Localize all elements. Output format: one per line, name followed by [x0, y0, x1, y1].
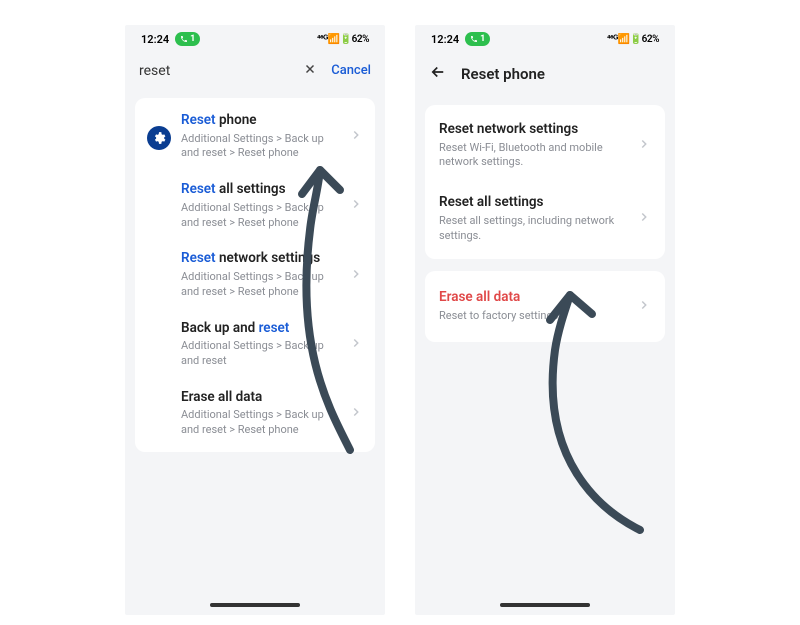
chevron-right-icon: [637, 297, 651, 316]
result-reset-all-settings[interactable]: Reset all settings Additional Settings >…: [135, 171, 375, 240]
cancel-button[interactable]: Cancel: [331, 63, 371, 78]
chevron-right-icon: [349, 196, 363, 215]
title-bar: Reset phone: [415, 53, 675, 99]
clear-icon[interactable]: [299, 61, 321, 80]
result-title: Reset all settings: [181, 181, 339, 199]
status-call-pill: 1: [175, 32, 200, 46]
result-subtitle: Additional Settings > Back up and reset …: [181, 408, 339, 438]
result-title: Back up and reset: [181, 320, 339, 338]
row-title: Reset network settings: [439, 121, 627, 139]
home-indicator[interactable]: [210, 603, 300, 607]
back-icon[interactable]: [429, 63, 447, 85]
chevron-right-icon: [349, 266, 363, 285]
row-title: Erase all data: [439, 289, 627, 307]
gear-icon: [147, 126, 171, 150]
chevron-right-icon: [349, 335, 363, 354]
status-clock: 12:24: [141, 33, 169, 46]
result-subtitle: Additional Settings > Back up and reset …: [181, 270, 339, 300]
status-bar: 12:24 1 ⁴⁶ᴳ📶🔋62%: [415, 25, 675, 53]
results-card: Reset phone Additional Settings > Back u…: [135, 98, 375, 452]
status-clock: 12:24: [431, 33, 459, 46]
page-title: Reset phone: [461, 65, 545, 83]
result-subtitle: Additional Settings > Back up and reset …: [181, 132, 339, 162]
home-indicator[interactable]: [500, 603, 590, 607]
settings-group-1: Reset network settings Reset Wi-Fi, Blue…: [425, 105, 665, 259]
row-subtitle: Reset all settings, including network se…: [439, 214, 627, 244]
result-reset-network-settings[interactable]: Reset network settings Additional Settin…: [135, 240, 375, 309]
phone-left: 12:24 1 ⁴⁶ᴳ📶🔋62% reset Cancel Reset phon…: [125, 25, 385, 615]
row-subtitle: Reset Wi-Fi, Bluetooth and mobile networ…: [439, 141, 627, 171]
result-reset-phone[interactable]: Reset phone Additional Settings > Back u…: [135, 102, 375, 171]
phone-right: 12:24 1 ⁴⁶ᴳ📶🔋62% Reset phone Reset netwo…: [415, 25, 675, 615]
chevron-right-icon: [637, 136, 651, 155]
search-input[interactable]: reset: [139, 63, 289, 79]
row-reset-network-settings[interactable]: Reset network settings Reset Wi-Fi, Blue…: [425, 109, 665, 182]
search-row: reset Cancel: [125, 53, 385, 92]
status-bar: 12:24 1 ⁴⁶ᴳ📶🔋62%: [125, 25, 385, 53]
result-title: Reset network settings: [181, 250, 339, 268]
settings-group-2: Erase all data Reset to factory settings: [425, 271, 665, 341]
result-backup-and-reset[interactable]: Back up and reset Additional Settings > …: [135, 310, 375, 379]
result-erase-all-data[interactable]: Erase all data Additional Settings > Bac…: [135, 379, 375, 448]
status-call-pill: 1: [465, 32, 490, 46]
result-title: Reset phone: [181, 112, 339, 130]
row-erase-all-data[interactable]: Erase all data Reset to factory settings: [425, 275, 665, 337]
status-right-icons: ⁴⁶ᴳ📶🔋62%: [317, 34, 369, 45]
status-right-icons: ⁴⁶ᴳ📶🔋62%: [607, 34, 659, 45]
chevron-right-icon: [637, 209, 651, 228]
row-reset-all-settings[interactable]: Reset all settings Reset all settings, i…: [425, 182, 665, 255]
result-title: Erase all data: [181, 389, 339, 407]
chevron-right-icon: [349, 404, 363, 423]
row-title: Reset all settings: [439, 194, 627, 212]
result-subtitle: Additional Settings > Back up and reset …: [181, 201, 339, 231]
result-subtitle: Additional Settings > Back up and reset: [181, 339, 339, 369]
row-subtitle: Reset to factory settings: [439, 309, 627, 324]
chevron-right-icon: [349, 127, 363, 146]
